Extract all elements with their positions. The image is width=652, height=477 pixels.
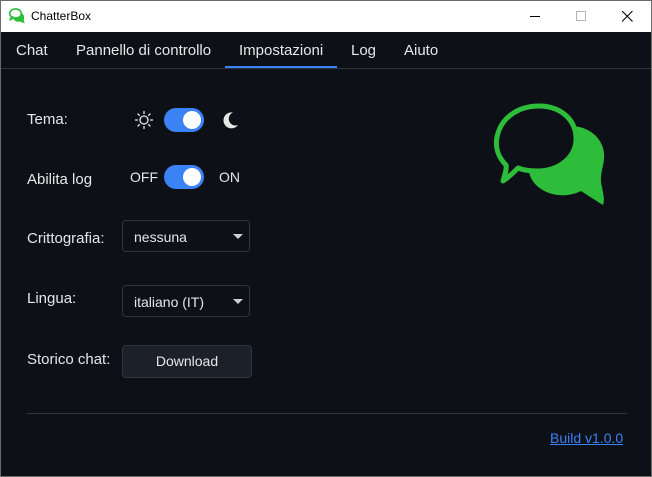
chatterbox-logo-icon: [8, 8, 25, 23]
close-icon: [622, 11, 633, 22]
chevron-down-icon: [233, 234, 243, 239]
logging-on-label: ON: [219, 169, 240, 185]
history-label: Storico chat:: [27, 351, 111, 368]
footer-divider: [27, 413, 627, 414]
sun-icon: [134, 110, 154, 130]
logging-toggle-knob: [183, 168, 201, 186]
encryption-select-value: nessuna: [134, 229, 187, 245]
encryption-label: Crittografia:: [27, 230, 105, 247]
build-version-link[interactable]: Build v1.0.0: [550, 430, 623, 446]
menu-divider: [1, 68, 651, 69]
maximize-button[interactable]: [559, 1, 605, 32]
theme-toggle-knob: [183, 111, 201, 129]
logging-off-label: OFF: [130, 169, 158, 185]
minimize-button[interactable]: [513, 1, 559, 32]
logging-toggle[interactable]: [164, 165, 204, 189]
minimize-icon: [530, 16, 540, 17]
menu-impostazioni[interactable]: Impostazioni: [239, 42, 323, 59]
menu-log[interactable]: Log: [351, 42, 376, 59]
close-button[interactable]: [605, 1, 651, 32]
encryption-select[interactable]: nessuna: [122, 220, 250, 252]
title-bar: ChatterBox: [1, 1, 651, 32]
menu-chat[interactable]: Chat: [16, 42, 48, 59]
app-window: ChatterBox Chat Pannello di controllo Im…: [0, 0, 652, 477]
theme-label: Tema:: [27, 111, 68, 128]
menu-pannello-di-controllo[interactable]: Pannello di controllo: [76, 42, 211, 59]
language-label: Lingua:: [27, 290, 77, 307]
menu-aiuto[interactable]: Aiuto: [404, 42, 438, 59]
chatterbox-logo-icon: [493, 103, 605, 205]
download-history-button[interactable]: Download: [122, 345, 252, 378]
chevron-down-icon: [233, 299, 243, 304]
theme-toggle[interactable]: [164, 108, 204, 132]
menu-bar: Chat Pannello di controllo Impostazioni …: [1, 32, 651, 68]
language-select-value: italiano (IT): [134, 294, 205, 310]
logging-label: Abilita log: [27, 171, 93, 188]
window-title: ChatterBox: [31, 9, 92, 23]
moon-icon: [223, 112, 238, 129]
language-select[interactable]: italiano (IT): [122, 285, 250, 317]
maximize-icon: [576, 11, 586, 21]
